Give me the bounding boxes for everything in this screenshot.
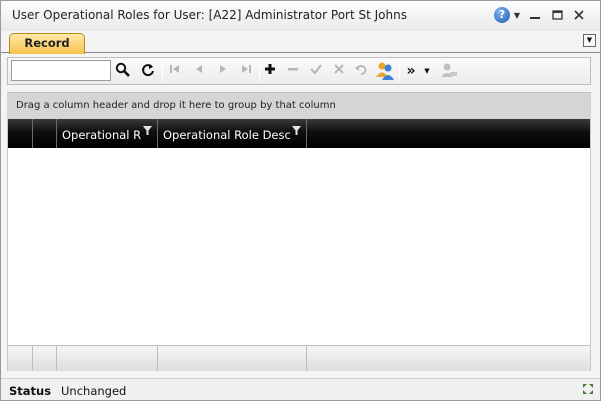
cancel-icon[interactable] <box>330 62 348 80</box>
toolbar-divider <box>162 60 163 82</box>
roles-grid: Operational R Operational Role Desc <box>7 119 591 371</box>
app-window: User Operational Roles for User: [A22] A… <box>0 0 601 401</box>
previous-record-icon[interactable] <box>190 62 208 80</box>
grid-footer <box>8 345 590 371</box>
filter-icon[interactable] <box>292 126 301 139</box>
filter-icon[interactable] <box>143 126 152 139</box>
group-by-hint: Drag a column header and drop it here to… <box>16 100 336 111</box>
footer-cell <box>57 346 158 371</box>
remove-icon[interactable] <box>284 62 302 80</box>
grid-header: Operational R Operational Role Desc <box>8 119 590 148</box>
title-bar[interactable]: User Operational Roles for User: [A22] A… <box>1 1 600 31</box>
more-dropdown-icon[interactable]: ▼ <box>422 62 432 80</box>
minimize-icon[interactable] <box>524 7 546 23</box>
undo-icon[interactable] <box>352 62 370 80</box>
add-icon[interactable] <box>261 62 279 80</box>
next-record-icon[interactable] <box>214 62 232 80</box>
footer-cell <box>33 346 57 371</box>
help-dropdown-icon[interactable]: ▼ <box>510 11 524 20</box>
group-by-panel[interactable]: Drag a column header and drop it here to… <box>7 92 591 119</box>
window-controls: ? ▼ <box>494 7 590 23</box>
column-header-label: Operational Role Desc <box>163 128 290 142</box>
column-header-indicator[interactable] <box>8 119 33 148</box>
more-icon[interactable]: » <box>402 62 420 80</box>
search-input[interactable] <box>11 60 111 81</box>
window-title: User Operational Roles for User: [A22] A… <box>12 8 407 22</box>
confirm-icon[interactable] <box>307 62 325 80</box>
column-header-operational-role-description[interactable]: Operational Role Desc <box>158 119 307 148</box>
column-header-operational-role[interactable]: Operational R <box>57 119 158 148</box>
column-header-label: Operational R <box>62 128 142 142</box>
restore-icon[interactable] <box>546 7 568 23</box>
tab-record[interactable]: Record <box>9 33 85 54</box>
assign-users-icon[interactable] <box>374 60 396 82</box>
status-bar: Status Unchanged <box>1 378 600 400</box>
column-header-select[interactable] <box>33 119 57 148</box>
close-icon[interactable] <box>568 7 590 23</box>
tab-strip: Record ▼ <box>1 31 600 54</box>
user-action-icon[interactable] <box>440 62 458 80</box>
resize-grip-icon[interactable] <box>580 382 596 398</box>
status-label: Status <box>9 384 52 398</box>
last-record-icon[interactable] <box>237 62 255 80</box>
refresh-icon[interactable] <box>139 62 157 80</box>
record-toolbar: » ▼ <box>7 57 591 85</box>
search-icon[interactable] <box>114 62 132 80</box>
footer-cell <box>158 346 307 371</box>
status-value: Unchanged <box>61 384 127 398</box>
toolbar-divider <box>259 60 260 82</box>
footer-cell <box>8 346 33 371</box>
tab-menu-chevron-down-icon[interactable]: ▼ <box>583 34 596 47</box>
first-record-icon[interactable] <box>166 62 184 80</box>
toolbar-divider <box>399 60 400 82</box>
help-icon[interactable]: ? <box>494 7 510 23</box>
